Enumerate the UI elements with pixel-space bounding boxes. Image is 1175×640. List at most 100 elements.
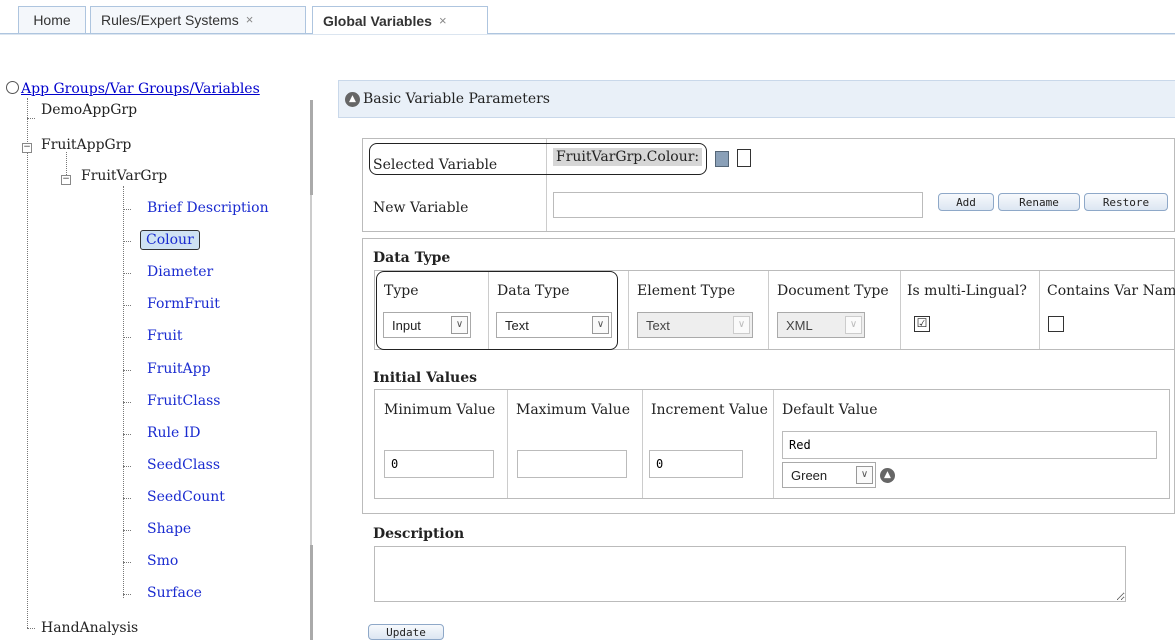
divider — [773, 390, 774, 498]
tree-node-variable[interactable]: Rule ID — [147, 425, 201, 441]
tree-node-variable[interactable]: FruitApp — [147, 361, 211, 377]
tree-node-variable[interactable]: SeedClass — [147, 457, 220, 473]
tree-branch — [123, 466, 131, 467]
contains-var-checkbox[interactable] — [1048, 316, 1064, 332]
tab-rules-label: Rules/Expert Systems — [101, 12, 239, 28]
type-select[interactable]: Input ∨ — [383, 312, 471, 338]
tree-node-variable[interactable]: Fruit — [147, 328, 183, 344]
document-type-column-label: Document Type — [777, 283, 889, 299]
tree-node-variable[interactable]: FruitClass — [147, 393, 220, 409]
collapse-icon[interactable]: ▲ — [345, 91, 360, 107]
update-button[interactable]: Update — [368, 624, 444, 640]
maximum-value-input[interactable] — [517, 450, 627, 478]
divider — [628, 271, 629, 349]
selected-variable-value: FruitVarGrp.Colour: — [553, 148, 703, 166]
tree-branch — [123, 562, 131, 563]
divider — [900, 271, 901, 349]
tree-node-variable[interactable]: Colour — [140, 230, 200, 250]
tree-node-variable[interactable]: Shape — [147, 521, 191, 537]
close-icon[interactable]: × — [246, 7, 254, 33]
contains-var-column-label: Contains Var Nam — [1047, 283, 1175, 299]
data-type-grid — [374, 270, 1175, 350]
element-type-select-value: Text — [646, 317, 670, 333]
tree-node-variable[interactable]: Smo — [147, 553, 178, 569]
description-textarea[interactable] — [374, 546, 1126, 602]
data-type-select-value: Text — [505, 317, 529, 333]
data-type-column-label: Data Type — [497, 283, 570, 299]
add-button[interactable]: Add — [938, 193, 994, 211]
tree-root[interactable]: App Groups/Var Groups/Variables — [6, 80, 260, 97]
tab-rules-expert-systems[interactable]: Rules/Expert Systems × — [90, 6, 306, 33]
document-type-select-value: XML — [786, 317, 813, 333]
tab-home-label: Home — [33, 12, 71, 28]
tree-node-fruitappgrp[interactable]: FruitAppGrp — [41, 137, 131, 153]
tree-branch — [123, 241, 131, 242]
divider — [507, 390, 508, 498]
new-variable-input[interactable] — [553, 192, 923, 218]
tree-branch — [123, 337, 131, 338]
tree-node-variable[interactable]: Diameter — [147, 264, 213, 280]
multi-lingual-checkbox[interactable]: ☑ — [914, 316, 930, 332]
document-type-select: XML ∨ — [777, 312, 865, 338]
minimum-value-input[interactable] — [384, 450, 494, 478]
tree-guide — [27, 98, 28, 628]
tree-node-fruitvargrp[interactable]: FruitVarGrp — [81, 168, 167, 184]
minimum-value-label: Minimum Value — [384, 402, 496, 418]
data-type-select[interactable]: Text ∨ — [496, 312, 612, 338]
selected-variable-label: Selected Variable — [373, 157, 498, 173]
data-type-section-title: Data Type — [373, 250, 451, 266]
panel-header[interactable]: ▲ Basic Variable Parameters — [338, 80, 1175, 118]
document-icon[interactable] — [715, 151, 729, 167]
restore-button[interactable]: Restore — [1084, 193, 1168, 211]
increment-value-input[interactable] — [649, 450, 743, 478]
tree-guide — [123, 186, 124, 598]
maximum-value-label: Maximum Value — [516, 402, 631, 418]
tree-branch — [123, 530, 131, 531]
chevron-down-icon: ∨ — [845, 316, 862, 334]
collapse-toggle-icon[interactable]: − — [22, 143, 32, 153]
element-type-column-label: Element Type — [637, 283, 736, 299]
default-value-input[interactable] — [782, 431, 1157, 459]
default-value-label: Default Value — [782, 402, 878, 418]
tree-node-variable[interactable]: Brief Description — [147, 200, 269, 216]
element-type-select: Text ∨ — [637, 312, 753, 338]
divider — [488, 271, 489, 349]
tree-scrollbar-thumb-lower[interactable] — [310, 545, 313, 640]
default-value-select[interactable]: Green ∨ — [782, 462, 876, 488]
chevron-down-icon: ∨ — [592, 316, 609, 334]
divider — [546, 139, 547, 231]
close-icon[interactable]: × — [439, 8, 447, 34]
refresh-icon[interactable] — [6, 81, 19, 94]
tree-branch — [123, 434, 131, 435]
increment-value-label: Increment Value — [651, 402, 768, 418]
tree-branch — [27, 628, 35, 629]
tree-branch — [27, 118, 35, 119]
tree-branch — [123, 498, 131, 499]
tree-branch — [123, 594, 131, 595]
tab-global-variables[interactable]: Global Variables × — [312, 6, 488, 34]
tree-node-handanalysis[interactable]: HandAnalysis — [41, 620, 138, 636]
divider — [642, 390, 643, 498]
tree-scrollbar-thumb[interactable] — [310, 100, 313, 195]
tree-node-variable[interactable]: FormFruit — [147, 296, 220, 312]
tree-node-variable[interactable]: SeedCount — [147, 489, 225, 505]
divider — [1039, 271, 1040, 349]
tree-root-label: App Groups/Var Groups/Variables — [21, 81, 260, 97]
copy-icon[interactable] — [737, 149, 751, 167]
collapse-up-icon[interactable]: ▲ — [880, 468, 895, 483]
tree-node-demoappgrp[interactable]: DemoAppGrp — [41, 102, 137, 118]
chevron-down-icon: ∨ — [733, 316, 750, 334]
tree-branch — [123, 209, 131, 210]
type-select-value: Input — [392, 317, 421, 333]
tree-branch — [123, 273, 131, 274]
tab-content-top — [0, 34, 1175, 65]
initial-values-section-title: Initial Values — [373, 370, 478, 386]
new-variable-label: New Variable — [373, 200, 469, 216]
collapse-toggle-icon[interactable]: − — [61, 175, 71, 185]
panel-title: Basic Variable Parameters — [363, 91, 550, 107]
tree-node-variable[interactable]: Surface — [147, 585, 202, 601]
rename-button[interactable]: Rename — [998, 193, 1080, 211]
chevron-down-icon: ∨ — [856, 466, 873, 484]
chevron-down-icon: ∨ — [451, 316, 468, 334]
tab-home[interactable]: Home — [18, 6, 86, 33]
